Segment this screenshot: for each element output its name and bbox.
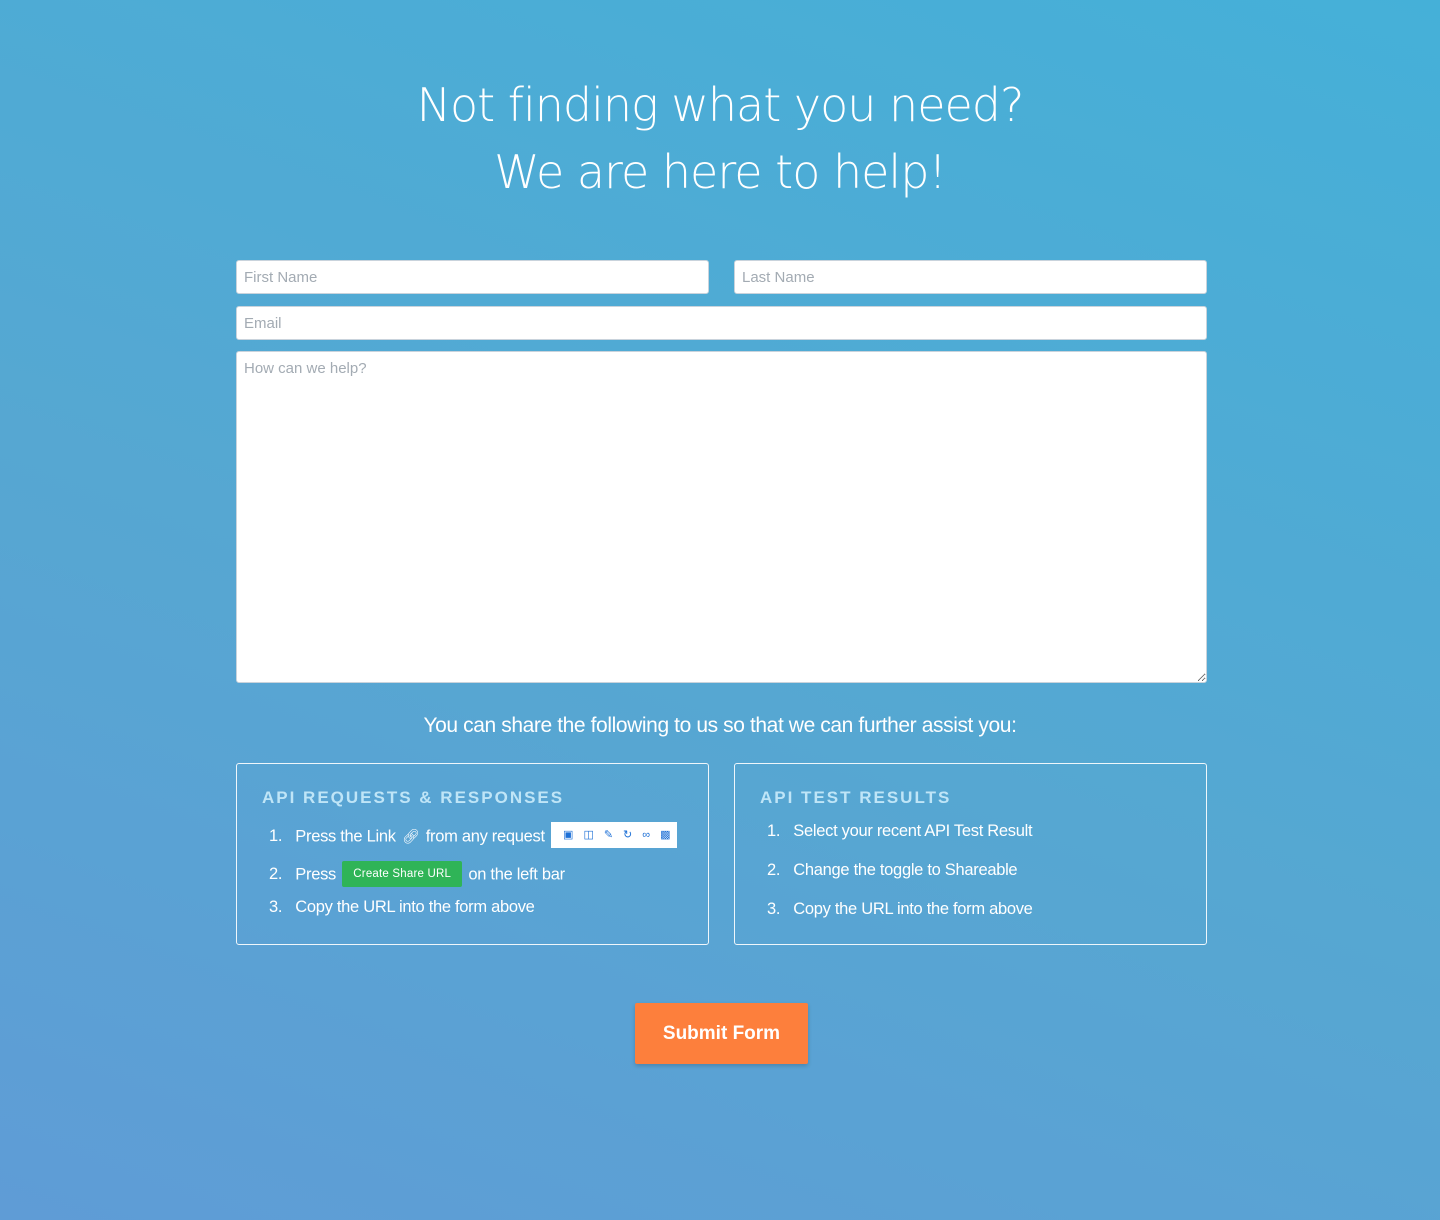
step-3: 3. Copy the URL into the form above xyxy=(269,898,535,917)
step-1: 1. Press the Link 🔗︎ from any request ▣ … xyxy=(269,822,678,850)
step-number: 3. xyxy=(767,900,781,918)
trash-icon: ▩ xyxy=(660,829,671,841)
step-number: 2. xyxy=(269,865,283,884)
email-input[interactable] xyxy=(236,306,1207,340)
step-text: Press xyxy=(295,865,336,884)
step-text: Change the toggle to Shareable xyxy=(793,861,1018,879)
last-name-input[interactable] xyxy=(734,260,1207,294)
folder-icon: ▣ xyxy=(563,829,574,841)
step-number: 3. xyxy=(269,898,283,916)
first-name-input[interactable] xyxy=(236,260,709,294)
api-requests-card: API REQUESTS & RESPONSES 1. Press the Li… xyxy=(236,763,709,945)
create-share-url-button: Create Share URL xyxy=(342,861,463,887)
link-icon: ∞ xyxy=(642,829,650,841)
step-number: 2. xyxy=(767,861,781,879)
refresh-icon: ↻ xyxy=(623,829,632,841)
step-text: Copy the URL into the form above xyxy=(295,898,535,916)
message-textarea[interactable] xyxy=(236,351,1207,683)
columns-icon: ◫ xyxy=(583,829,594,841)
step-2: 2. Press Create Share URL on the left ba… xyxy=(269,861,565,888)
step-3: 3. Copy the URL into the form above xyxy=(767,900,1033,919)
submit-form-button[interactable]: Submit Form xyxy=(635,1003,808,1064)
step-text: on the left bar xyxy=(468,865,565,884)
step-2: 2. Change the toggle to Shareable xyxy=(767,861,1018,880)
card-title: API TEST RESULTS xyxy=(760,788,952,807)
card-title: API REQUESTS & RESPONSES xyxy=(262,788,565,807)
step-text: Select your recent API Test Result xyxy=(793,822,1033,840)
heading-line-2: We are here to help! xyxy=(494,145,947,199)
share-intro-text: You can share the following to us so tha… xyxy=(423,714,1017,737)
heading-line-1: Not finding what you need? xyxy=(416,78,1025,132)
page-heading: Not finding what you need? We are here t… xyxy=(0,72,1440,206)
step-text: from any request xyxy=(425,827,545,846)
step-number: 1. xyxy=(269,827,283,846)
step-1: 1. Select your recent API Test Result xyxy=(767,822,1033,841)
step-number: 1. xyxy=(767,822,781,840)
api-test-results-card: API TEST RESULTS 1. Select your recent A… xyxy=(734,763,1207,945)
step-text: Press the Link xyxy=(295,827,396,846)
pencil-icon: ✎ xyxy=(603,829,613,841)
step-text: Copy the URL into the form above xyxy=(793,900,1033,918)
link-icon: 🔗︎ xyxy=(401,828,420,845)
request-toolbar: ▣ ◫ ✎ ↻ ∞ ▩ xyxy=(551,822,678,848)
